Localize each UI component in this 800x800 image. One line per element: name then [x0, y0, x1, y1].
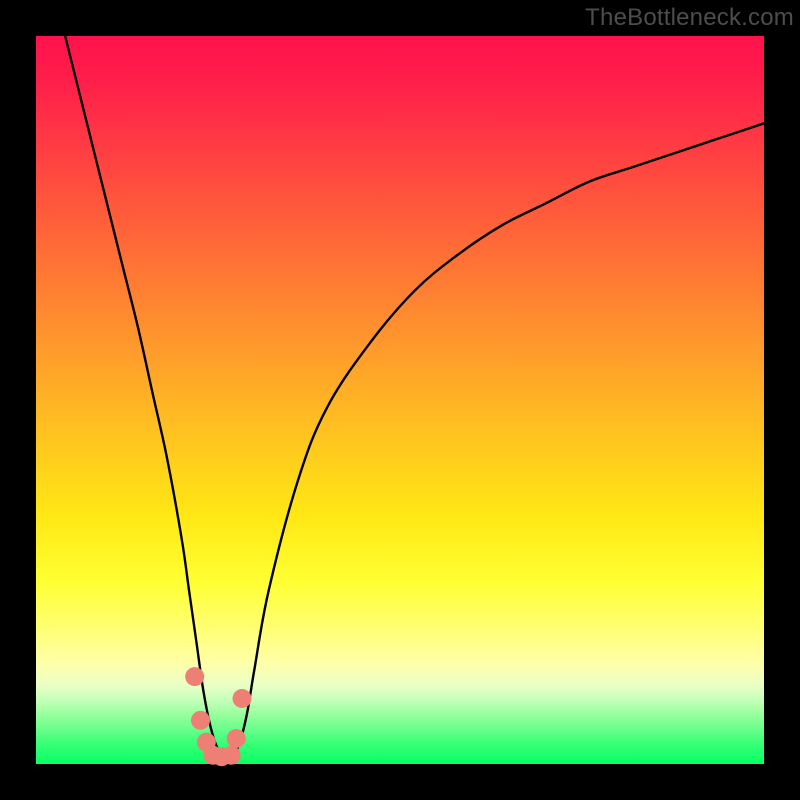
- curve-marker: [233, 689, 252, 708]
- watermark-label: TheBottleneck.com: [585, 4, 794, 32]
- curve-marker: [191, 711, 210, 730]
- chart-frame: TheBottleneck.com: [0, 0, 800, 800]
- curve-marker: [222, 746, 241, 765]
- curve-path: [65, 36, 764, 758]
- curve-marker: [227, 729, 246, 748]
- chart-overlay: [36, 36, 764, 764]
- curve-markers: [185, 667, 251, 766]
- curve-marker: [185, 667, 204, 686]
